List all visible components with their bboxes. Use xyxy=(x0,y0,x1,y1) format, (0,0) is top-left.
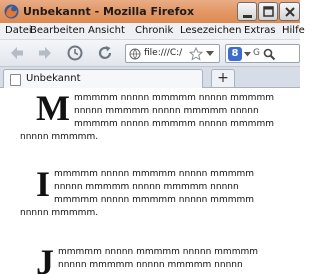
menu-ansicht[interactable]: Ansicht xyxy=(88,25,125,36)
menu-bearbeiten[interactable]: Bearbeiten xyxy=(30,25,85,36)
page-content: M mmmmm nnnnn mmmmm nnnnn mmmmm nnnnn mm… xyxy=(0,88,300,274)
drop-cap: J xyxy=(36,242,54,274)
url-bar[interactable]: file:///C:/ xyxy=(125,44,220,63)
reload-icon[interactable] xyxy=(96,44,114,62)
paragraph-text: mmmmm nnnnn mmmmm nnnnn mmmmm nnnnn mmmm… xyxy=(58,247,258,270)
tab-label: Unbekannt xyxy=(26,73,81,84)
globe-icon xyxy=(129,48,141,60)
menu-lesezeichen[interactable]: Lesezeichen xyxy=(180,25,241,36)
bookmark-star-icon[interactable] xyxy=(189,47,203,61)
tab-unbekannt[interactable]: Unbekannt xyxy=(3,69,203,88)
navigation-toolbar: file:///C:/ 8 G xyxy=(0,40,300,67)
history-clock-icon[interactable] xyxy=(66,44,84,62)
search-placeholder: G xyxy=(253,48,260,58)
tab-strip: Unbekannt + xyxy=(0,67,300,88)
url-dropdown-icon[interactable] xyxy=(206,51,214,57)
maximize-icon xyxy=(263,6,274,17)
drop-cap: I xyxy=(36,164,51,204)
forward-icon[interactable] xyxy=(36,44,54,62)
menu-hilfe[interactable]: Hilfe xyxy=(282,25,305,36)
window-title: Unbekannt - Mozilla Firefox xyxy=(23,5,195,18)
new-tab-button[interactable]: + xyxy=(211,69,235,87)
back-icon[interactable] xyxy=(8,44,26,62)
page-icon xyxy=(10,74,21,86)
close-icon xyxy=(285,7,295,17)
paragraph: M mmmmm nnnnn mmmmm nnnnn mmmmm nnnnn mm… xyxy=(20,88,285,144)
close-button[interactable] xyxy=(279,2,300,21)
paragraph: J mmmmm nnnnn mmmmm nnnnn mmmmm nnnnn mm… xyxy=(20,242,285,274)
paragraph-text: mmmmm nnnnn mmmmm nnnnn mmmmm nnnnn mmmm… xyxy=(20,169,255,218)
search-icon[interactable] xyxy=(263,48,276,61)
search-bar[interactable]: 8 G xyxy=(225,44,300,63)
maximize-button[interactable] xyxy=(258,2,278,21)
menu-datei[interactable]: Datei xyxy=(5,25,32,36)
menu-chronik[interactable]: Chronik xyxy=(135,25,173,36)
menu-extras[interactable]: Extras xyxy=(244,25,276,36)
url-text[interactable]: file:///C:/ xyxy=(144,48,182,58)
search-engine-icon[interactable]: 8 xyxy=(228,47,242,61)
firefox-icon xyxy=(4,4,19,19)
title-bar: Unbekannt - Mozilla Firefox xyxy=(0,0,300,23)
menu-bar: Datei Bearbeiten Ansicht Chronik Lesezei… xyxy=(0,23,305,40)
paragraph: I mmmmm nnnnn mmmmm nnnnn mmmmm nnnnn mm… xyxy=(20,164,285,220)
search-engine-dropdown-icon[interactable] xyxy=(244,52,251,57)
minimize-button[interactable] xyxy=(237,2,257,21)
minimize-icon xyxy=(243,15,252,18)
drop-cap: M xyxy=(36,88,70,128)
